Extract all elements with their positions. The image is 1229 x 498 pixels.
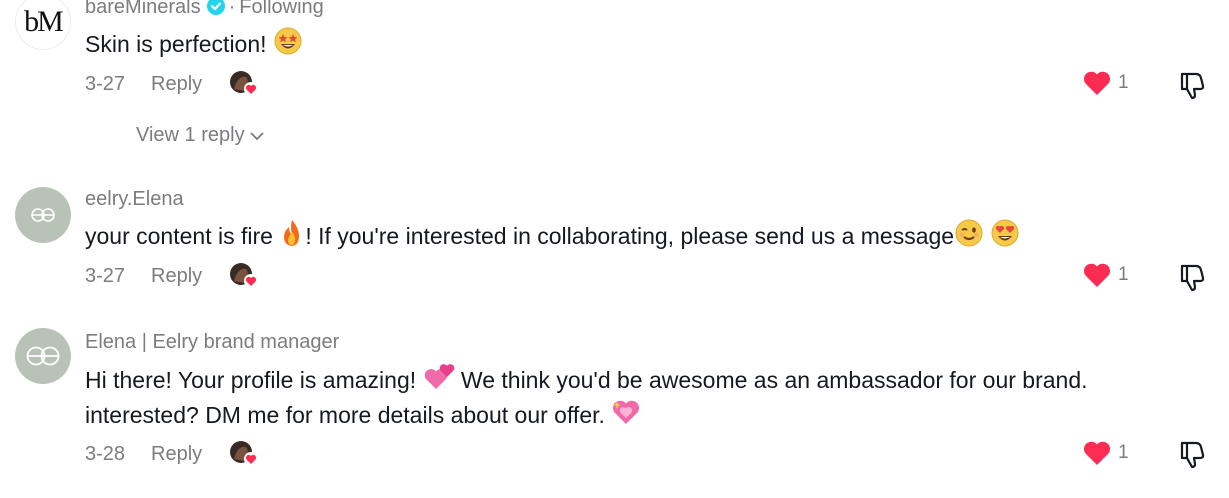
comment-author[interactable]: bareMinerals · Following bbox=[85, 0, 324, 19]
avatar[interactable]: bM bbox=[15, 0, 71, 50]
dislike-icon[interactable] bbox=[1178, 70, 1206, 100]
username[interactable]: bareMinerals bbox=[85, 0, 201, 18]
following-label[interactable]: Following bbox=[239, 0, 323, 18]
creator-liked-icon bbox=[228, 69, 259, 99]
comment-text: Skin is perfection! bbox=[85, 26, 1205, 61]
chevron-down-icon bbox=[249, 131, 264, 140]
like-count: 1 bbox=[1118, 442, 1129, 463]
comment-item: Elena | Eelry brand manager Hi there! Yo… bbox=[0, 325, 1229, 498]
creator-liked-icon bbox=[228, 439, 259, 469]
comment-author[interactable]: Elena | Eelry brand manager bbox=[85, 331, 339, 354]
like-control[interactable]: 1 bbox=[1082, 262, 1129, 288]
sparkling-heart-emoji-icon bbox=[613, 400, 640, 424]
avatar-logo-text: bM bbox=[24, 5, 64, 38]
dislike-icon[interactable] bbox=[1178, 262, 1206, 292]
two-hearts-emoji-icon bbox=[424, 364, 454, 389]
comment-text-content: Skin is perfection! bbox=[85, 31, 267, 57]
dislike-icon[interactable] bbox=[1178, 439, 1206, 469]
comment-item: eelry.Elena your content is fire ! If yo… bbox=[0, 180, 1229, 310]
comment-text-line2: interested? DM me for more details about… bbox=[85, 402, 605, 428]
avatar[interactable] bbox=[15, 187, 71, 243]
eelry-logo-icon bbox=[31, 208, 55, 222]
reply-button[interactable]: Reply bbox=[151, 443, 202, 466]
separator-dot: · bbox=[228, 0, 236, 18]
comment-text-part-1: your content is fire bbox=[85, 223, 273, 249]
comment-meta: 3-27 Reply bbox=[85, 69, 259, 99]
winking-face-emoji-icon bbox=[955, 219, 983, 247]
comment-text-line1-part2: We think you'd be awesome as an ambassad… bbox=[460, 367, 1088, 393]
heart-filled-icon[interactable] bbox=[1082, 70, 1112, 96]
heart-filled-icon[interactable] bbox=[1082, 262, 1112, 288]
comment-date: 3-28 bbox=[85, 442, 126, 465]
heart-eyes-emoji-icon bbox=[991, 219, 1019, 247]
comment-date: 3-27 bbox=[85, 264, 126, 287]
eelry-logo-icon bbox=[26, 346, 60, 366]
comment-meta: 3-28 Reply bbox=[85, 439, 259, 469]
reply-button[interactable]: Reply bbox=[151, 265, 202, 288]
comment-date: 3-27 bbox=[85, 72, 126, 95]
creator-liked-icon bbox=[228, 261, 259, 291]
star-struck-emoji-icon bbox=[274, 27, 302, 55]
username[interactable]: eelry.Elena bbox=[85, 188, 184, 210]
comment-text-line1-part1: Hi there! Your profile is amazing! bbox=[85, 367, 417, 393]
comment-meta: 3-27 Reply bbox=[85, 261, 259, 291]
comment-text: your content is fire ! If you're interes… bbox=[85, 218, 1205, 253]
view-replies-button[interactable]: View 1 reply bbox=[136, 124, 264, 147]
view-replies-label[interactable]: View 1 reply bbox=[136, 124, 245, 147]
like-count: 1 bbox=[1118, 264, 1129, 285]
verified-badge-icon bbox=[206, 0, 225, 15]
comment-item: bM bareMinerals · Following Skin is perfec… bbox=[0, 0, 1229, 160]
like-count: 1 bbox=[1118, 72, 1129, 93]
comment-text: Hi there! Your profile is amazing! We th… bbox=[85, 362, 1205, 432]
like-control[interactable]: 1 bbox=[1082, 440, 1129, 466]
comment-text-part-2: ! If you're interested in collaborating,… bbox=[305, 223, 955, 249]
avatar[interactable] bbox=[15, 328, 71, 384]
fire-emoji-icon bbox=[284, 220, 300, 246]
username[interactable]: Elena | Eelry brand manager bbox=[85, 331, 339, 353]
heart-filled-icon[interactable] bbox=[1082, 440, 1112, 466]
like-control[interactable]: 1 bbox=[1082, 70, 1129, 96]
reply-button[interactable]: Reply bbox=[151, 73, 202, 96]
comment-author[interactable]: eelry.Elena bbox=[85, 188, 184, 211]
